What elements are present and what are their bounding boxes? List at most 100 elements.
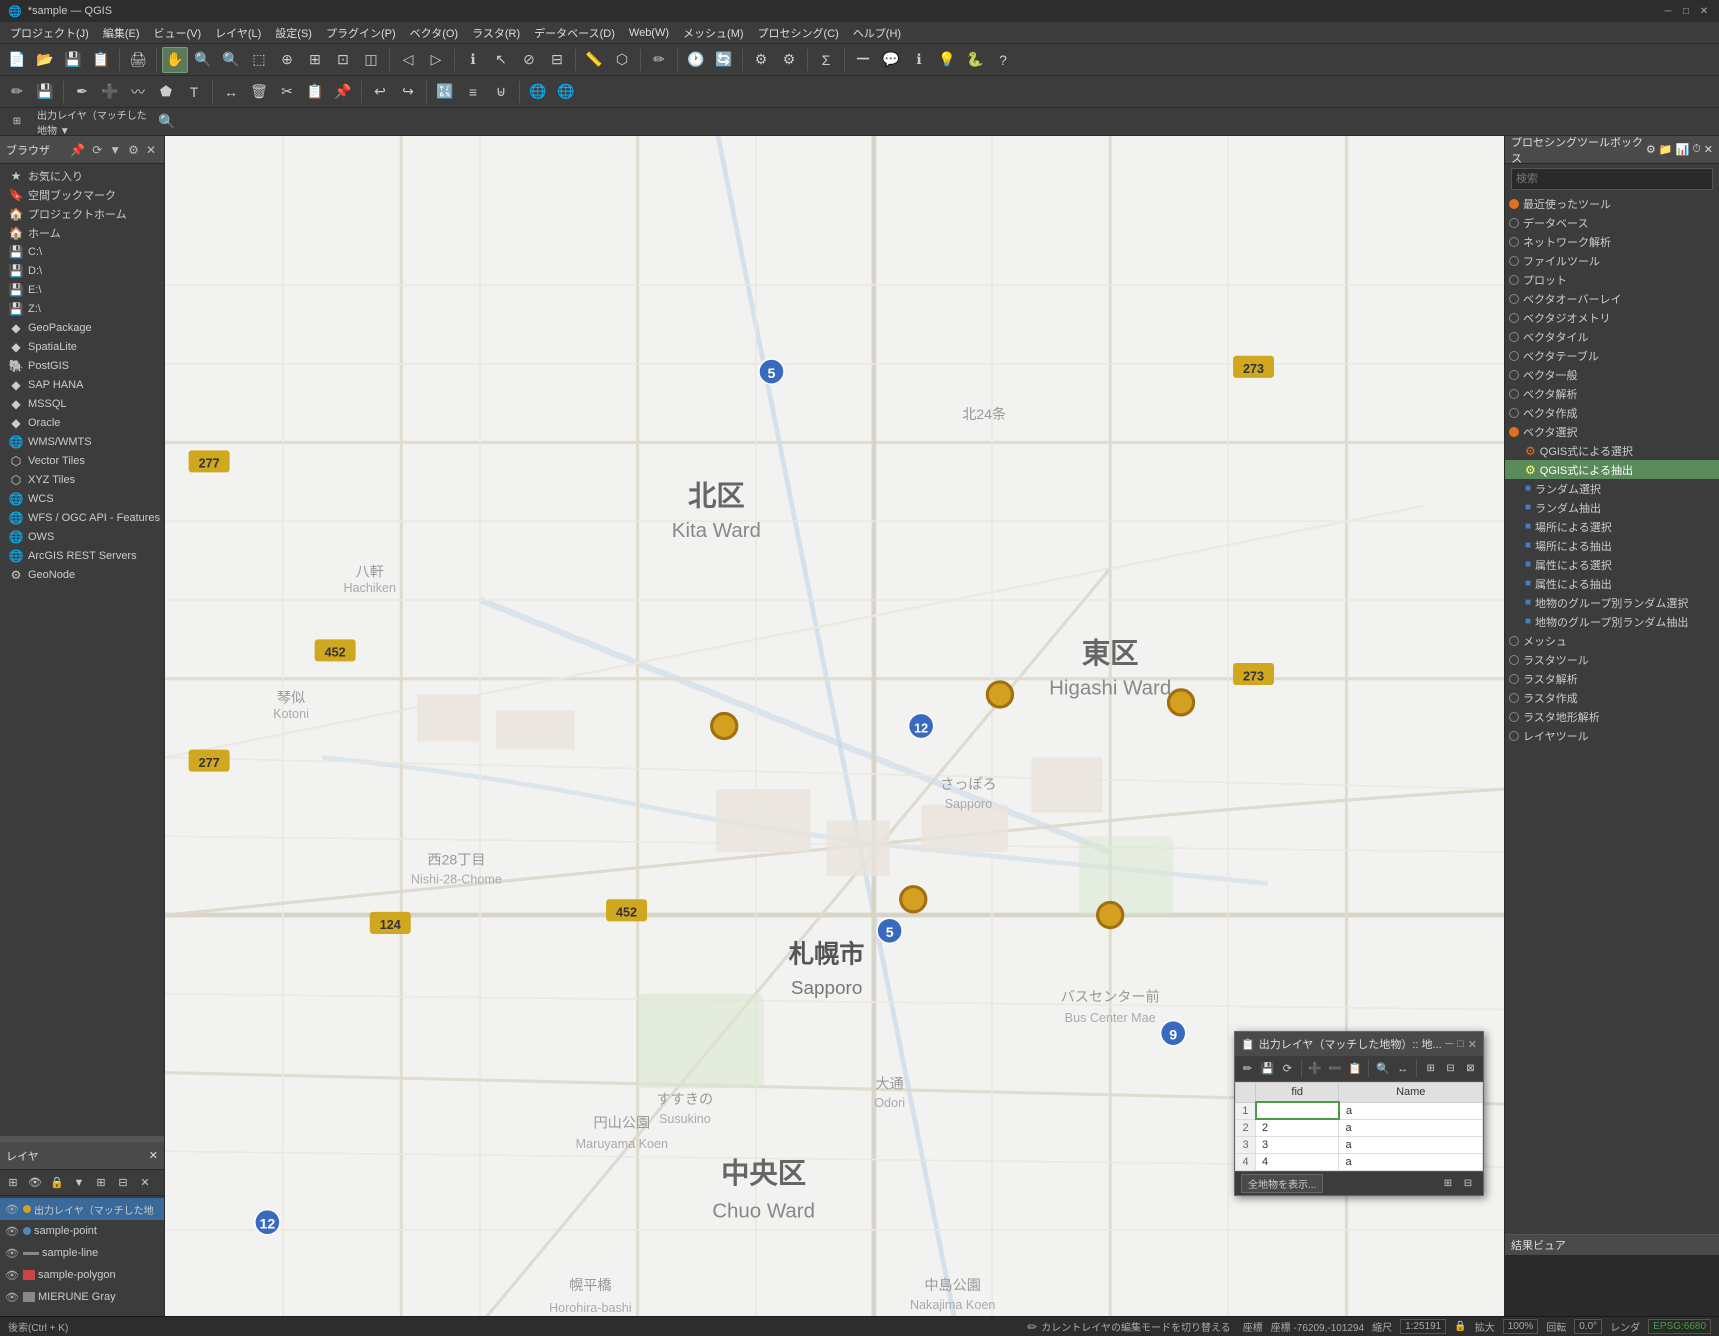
browser-item-wms[interactable]: 🌐 WMS/WMTS bbox=[0, 432, 164, 451]
edit-mode-icon[interactable]: ✏ bbox=[1027, 1320, 1037, 1334]
processing-icon-3[interactable]: 📊 bbox=[1675, 143, 1689, 156]
table-save-button[interactable]: 💾 bbox=[1258, 1059, 1277, 1079]
table-edit-button[interactable]: ✏ bbox=[1238, 1059, 1257, 1079]
menu-vector[interactable]: ベクタ(O) bbox=[404, 23, 464, 43]
layer-eye-sample-polygon[interactable]: 👁 bbox=[4, 1269, 20, 1282]
help-button[interactable]: ? bbox=[990, 47, 1016, 73]
layer-item-mierune[interactable]: 👁 MIERUNE Gray bbox=[0, 1286, 164, 1308]
tile-map-button[interactable]: ⚙ bbox=[748, 47, 774, 73]
cell-fid-1[interactable] bbox=[1256, 1102, 1339, 1119]
menu-layer[interactable]: レイヤ(L) bbox=[209, 23, 267, 43]
scale-value[interactable]: 1:25191 bbox=[1400, 1319, 1446, 1334]
layer-visible-button[interactable]: 👁 bbox=[25, 1173, 45, 1193]
active-layer-dropdown[interactable]: 出力レイヤ（マッチした地物 ▼ bbox=[32, 109, 152, 135]
menu-database[interactable]: データベース(D) bbox=[528, 23, 621, 43]
pan-tool-button[interactable]: ✋ bbox=[162, 47, 188, 73]
digitize-button[interactable]: ✒ bbox=[69, 79, 95, 105]
measure-button[interactable]: 📏 bbox=[581, 47, 607, 73]
browser-pin-icon[interactable]: 📌 bbox=[68, 142, 87, 158]
proc-item-recent[interactable]: 最近使ったツール bbox=[1505, 194, 1719, 213]
zoom-forward-button[interactable]: ▷ bbox=[423, 47, 449, 73]
table-row[interactable]: 1 a bbox=[1236, 1102, 1483, 1119]
close-button[interactable]: ✕ bbox=[1697, 4, 1711, 18]
table-dialog-minimize[interactable]: ─ bbox=[1445, 1038, 1453, 1051]
menu-help[interactable]: ヘルプ(H) bbox=[847, 23, 907, 43]
table-dialog-close[interactable]: ✕ bbox=[1468, 1038, 1477, 1051]
browser-item-wcs[interactable]: 🌐 WCS bbox=[0, 489, 164, 508]
menu-web[interactable]: Web(W) bbox=[623, 25, 675, 41]
proc-item-extract-by-location[interactable]: ■ 場所による抽出 bbox=[1505, 536, 1719, 555]
identify-button[interactable]: ℹ bbox=[460, 47, 486, 73]
map-area[interactable]: 5 5 12 273 273 277 277 bbox=[165, 136, 1504, 1316]
browser-item-xyz-tiles[interactable]: ⬡ XYZ Tiles bbox=[0, 470, 164, 489]
browser-item-project-home[interactable]: 🏠 プロジェクトホーム bbox=[0, 204, 164, 223]
info-button[interactable]: ℹ bbox=[906, 47, 932, 73]
table-dialog-title-bar[interactable]: 📋 出力レイヤ（マッチした地物）:: 地... ─ □ ✕ bbox=[1235, 1032, 1483, 1056]
proc-item-raster-tools[interactable]: ラスタツール bbox=[1505, 650, 1719, 669]
proc-item-mesh[interactable]: メッシュ bbox=[1505, 631, 1719, 650]
paste-button[interactable]: 📌 bbox=[330, 79, 356, 105]
browser-item-vector-tiles[interactable]: ⬡ Vector Tiles bbox=[0, 451, 164, 470]
table-col-fid[interactable]: fid bbox=[1256, 1083, 1339, 1103]
cell-name-1[interactable]: a bbox=[1339, 1102, 1483, 1119]
layer-eye-sample-line[interactable]: 👁 bbox=[4, 1247, 20, 1260]
ruler-button[interactable]: ━━ bbox=[850, 47, 876, 73]
table-row[interactable]: 2 2 a bbox=[1236, 1119, 1483, 1137]
print-button[interactable]: 🖨 bbox=[125, 47, 151, 73]
menu-view[interactable]: ビュー(V) bbox=[148, 23, 208, 43]
measure-area-button[interactable]: ⬡ bbox=[609, 47, 635, 73]
processing-icon-1[interactable]: ⚙ bbox=[1646, 143, 1656, 156]
table-rollback-button[interactable]: ⟳ bbox=[1278, 1059, 1297, 1079]
proc-item-layer-tools[interactable]: レイヤツール bbox=[1505, 726, 1719, 745]
browser-item-oracle[interactable]: ◆ Oracle bbox=[0, 413, 164, 432]
menu-project[interactable]: プロジェクト(J) bbox=[4, 23, 95, 43]
add-text-button[interactable]: T bbox=[181, 79, 207, 105]
layer-filter-button[interactable]: ▼ bbox=[69, 1173, 89, 1193]
minimize-button[interactable]: ─ bbox=[1661, 4, 1675, 18]
filter-button[interactable]: 🔍 bbox=[154, 109, 180, 135]
cell-name-4[interactable]: a bbox=[1339, 1154, 1483, 1171]
cut-button[interactable]: ✂ bbox=[274, 79, 300, 105]
statistics-button[interactable]: ≡ bbox=[460, 79, 486, 105]
menu-raster[interactable]: ラスタ(R) bbox=[466, 23, 526, 43]
add-polygon-button[interactable]: ⬟ bbox=[153, 79, 179, 105]
refresh-button[interactable]: 🔄 bbox=[711, 47, 737, 73]
map-container[interactable]: 5 5 12 273 273 277 277 bbox=[165, 136, 1504, 1316]
browser-item-favorites[interactable]: ★ お気に入り bbox=[0, 166, 164, 185]
maximize-button[interactable]: □ bbox=[1679, 4, 1693, 18]
pan-map-button[interactable]: ⊕ bbox=[274, 47, 300, 73]
browser-item-geonode[interactable]: ⚙ GeoNode bbox=[0, 565, 164, 584]
proc-item-extract-by-attribute[interactable]: ■ 属性による抽出 bbox=[1505, 574, 1719, 593]
layer-order-button[interactable]: ⊞ bbox=[4, 109, 30, 135]
table-pan-button[interactable]: ↔ bbox=[1393, 1059, 1412, 1079]
browser-item-e[interactable]: 💾 E:\ bbox=[0, 280, 164, 299]
cell-fid-4[interactable]: 4 bbox=[1256, 1154, 1339, 1171]
processing-icon-4[interactable]: ⏱ bbox=[1692, 143, 1701, 156]
browser-item-bookmarks[interactable]: 🔖 空間ブックマーク bbox=[0, 185, 164, 204]
cell-name-2[interactable]: a bbox=[1339, 1119, 1483, 1137]
table-dialog-maximize[interactable]: □ bbox=[1457, 1038, 1464, 1051]
table-show-all-button[interactable]: 全地物を表示... bbox=[1241, 1174, 1323, 1193]
proc-item-random-extract-within-subsets[interactable]: ■ 地物のグループ別ランダム抽出 bbox=[1505, 612, 1719, 631]
layer-add-button[interactable]: ⊞ bbox=[3, 1173, 23, 1193]
layer-expand-button[interactable]: ⊞ bbox=[91, 1173, 111, 1193]
browser-item-c[interactable]: 💾 C:\ bbox=[0, 242, 164, 261]
zoom-selection-button[interactable]: ◫ bbox=[358, 47, 384, 73]
proc-item-vector-geometry[interactable]: ベクタジオメトリ bbox=[1505, 308, 1719, 327]
browser-item-ows[interactable]: 🌐 OWS bbox=[0, 527, 164, 546]
select-button[interactable]: ↖ bbox=[488, 47, 514, 73]
menu-mesh[interactable]: メッシュ(M) bbox=[677, 23, 750, 43]
layer-eye-mierune[interactable]: 👁 bbox=[4, 1291, 20, 1304]
table-footer-icon-2[interactable]: ⊟ bbox=[1459, 1175, 1477, 1193]
menu-edit[interactable]: 編集(E) bbox=[97, 23, 146, 43]
proc-item-raster-create[interactable]: ラスタ作成 bbox=[1505, 688, 1719, 707]
table-delete-row-button[interactable]: ➖ bbox=[1326, 1059, 1345, 1079]
proc-item-vector-table[interactable]: ベクタテーブル bbox=[1505, 346, 1719, 365]
georef-button[interactable]: 🌐 bbox=[525, 79, 551, 105]
proc-item-select-by-attribute[interactable]: ■ 属性による選択 bbox=[1505, 555, 1719, 574]
table-invert-button[interactable]: ⊠ bbox=[1461, 1059, 1480, 1079]
merge-button[interactable]: ⊎ bbox=[488, 79, 514, 105]
browser-item-sap-hana[interactable]: ◆ SAP HANA bbox=[0, 375, 164, 394]
rotation-value[interactable]: 0.0° bbox=[1574, 1319, 1602, 1334]
proc-item-vector-analysis[interactable]: ベクタ解析 bbox=[1505, 384, 1719, 403]
